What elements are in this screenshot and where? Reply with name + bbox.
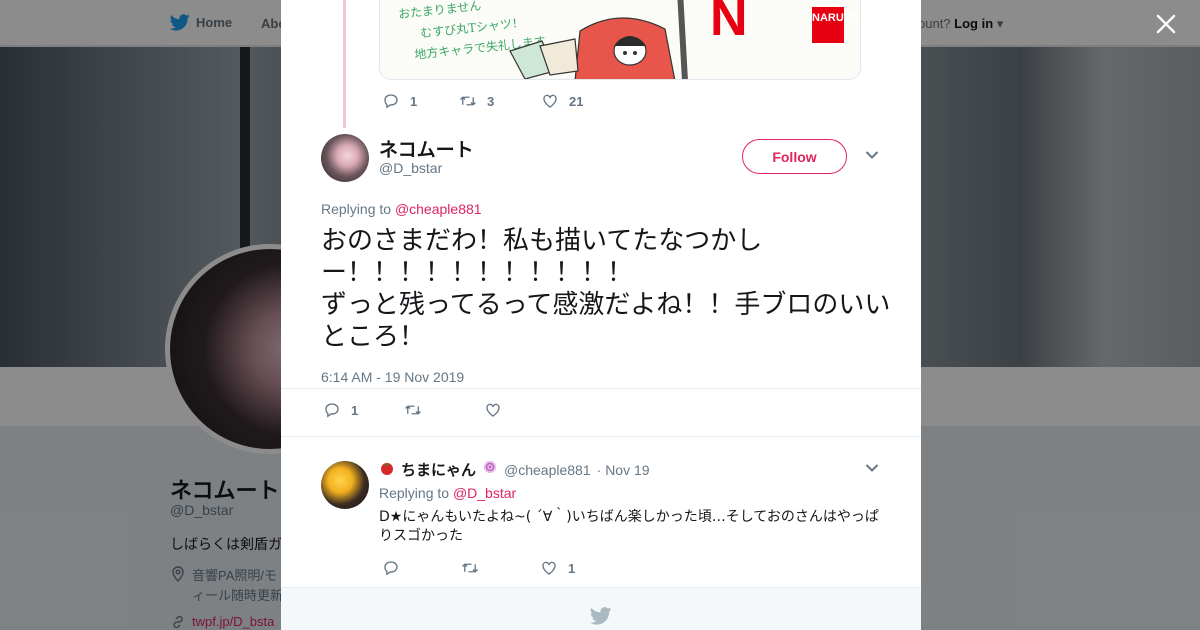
reply-count: 1 xyxy=(351,402,359,418)
retweet-icon xyxy=(405,405,421,415)
reply-tweet-actions: 1 xyxy=(382,559,575,577)
like-count: 1 xyxy=(568,560,576,576)
retweet-count: 3 xyxy=(487,93,495,109)
lollipop-emoji-icon xyxy=(482,460,498,479)
reply-replying-to: Replying to @D_bstar xyxy=(379,485,516,501)
like-count: 21 xyxy=(569,93,584,109)
divider xyxy=(281,436,921,437)
reply-date[interactable]: · Nov 19 xyxy=(597,462,650,478)
author-name[interactable]: ネコムート xyxy=(379,135,474,162)
close-modal-button[interactable] xyxy=(1152,10,1180,38)
reply-text: D★にゃんもいたよね~( ´∀｀)いちばん楽しかった頃…そしておのさんはやっぱり… xyxy=(379,509,879,544)
reply-author-name[interactable]: ちまにゃん xyxy=(401,459,476,480)
retweet-button[interactable]: 3 xyxy=(459,92,541,110)
illustration-character xyxy=(509,0,688,79)
previous-tweet-actions: 1 3 21 xyxy=(382,92,583,110)
close-icon xyxy=(1156,14,1176,34)
retweet-icon xyxy=(462,563,478,573)
tweet-timestamp[interactable]: 6:14 AM - 19 Nov 2019 xyxy=(321,369,464,385)
twitter-bird-icon xyxy=(590,607,612,625)
tweet-permalink-modal: おたまりません むすび丸Tシャツ！ 地方キャラで失礼します N NARUTO 1 xyxy=(281,0,921,630)
chevron-down-icon[interactable] xyxy=(865,150,879,160)
thread-connector-line xyxy=(343,0,346,128)
tomato-emoji-icon xyxy=(379,460,395,479)
tweet-text: おのさまだわ！私も描いてたなつかしー！！！！！！！！！！！ ずっと残ってるって感… xyxy=(321,226,891,352)
heart-icon xyxy=(543,94,557,108)
replying-to-prefix: Replying to xyxy=(321,201,395,217)
image-logo-letter: N xyxy=(710,0,748,47)
author-handle[interactable]: @D_bstar xyxy=(379,160,442,176)
replying-to: Replying to @cheaple881 xyxy=(321,201,482,217)
main-tweet-actions: 1 xyxy=(323,401,512,419)
reply-icon xyxy=(384,94,398,109)
replying-to-mention[interactable]: @cheaple881 xyxy=(395,201,482,217)
retweet-button[interactable] xyxy=(461,559,540,577)
reply-replying-prefix: Replying to xyxy=(379,485,453,501)
reply-replying-mention[interactable]: @D_bstar xyxy=(453,485,516,501)
retweet-icon xyxy=(460,96,476,106)
reply-count: 1 xyxy=(410,93,418,109)
like-button[interactable] xyxy=(484,401,512,419)
chevron-down-icon[interactable] xyxy=(865,463,879,473)
reply-author-avatar[interactable] xyxy=(321,461,369,509)
reply-author-handle[interactable]: @cheaple881 xyxy=(504,462,591,478)
divider xyxy=(281,388,921,389)
retweet-button[interactable] xyxy=(404,401,484,419)
previous-tweet[interactable]: おたまりません むすび丸Tシャツ！ 地方キャラで失礼します N NARUTO 1 xyxy=(281,0,921,128)
reply-icon xyxy=(325,403,339,418)
like-button[interactable]: 21 xyxy=(541,92,583,110)
modal-footer xyxy=(281,587,921,630)
reply-tweet[interactable]: ちまにゃん @cheaple881 · Nov 19 Replying to @… xyxy=(281,444,921,587)
reply-icon xyxy=(384,561,398,576)
tweet-image[interactable]: おたまりません むすび丸Tシャツ！ 地方キャラで失礼します N NARUTO xyxy=(379,0,861,80)
follow-button[interactable]: Follow xyxy=(742,139,847,174)
reply-button[interactable] xyxy=(382,559,461,577)
heart-icon xyxy=(486,403,500,417)
reply-button[interactable]: 1 xyxy=(382,92,459,110)
author-avatar[interactable] xyxy=(321,134,369,182)
reply-header: ちまにゃん @cheaple881 · Nov 19 xyxy=(379,459,650,480)
reply-button[interactable]: 1 xyxy=(323,401,404,419)
like-button[interactable]: 1 xyxy=(540,559,575,577)
heart-icon xyxy=(542,561,556,575)
image-logo-tag: NARUTO xyxy=(812,7,859,43)
